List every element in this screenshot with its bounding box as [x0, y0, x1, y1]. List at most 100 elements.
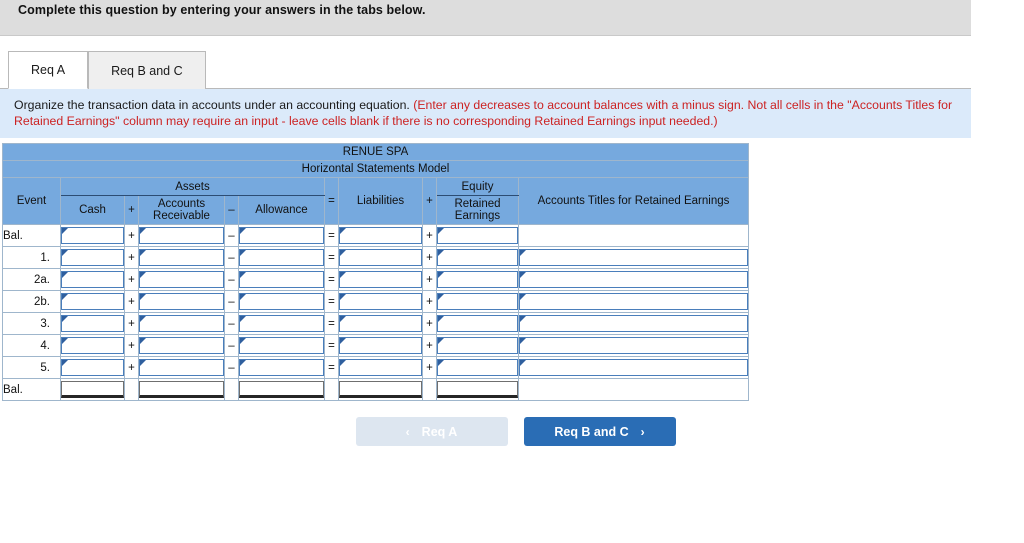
row-6-liabilities-input[interactable]	[339, 359, 422, 376]
row-3-cash-cell	[60, 290, 125, 313]
row-1-allowance-wrapper	[239, 249, 324, 266]
operator-plus: +	[422, 334, 437, 357]
row-3-allowance-input[interactable]	[239, 293, 324, 310]
row-6-cash-input[interactable]	[61, 359, 124, 376]
row-5-cash-input[interactable]	[61, 337, 124, 354]
row-6-accounts-receivable-input[interactable]	[139, 359, 224, 376]
row-4-retained-earnings-wrapper	[437, 315, 518, 332]
operator-header-equals: =	[324, 177, 339, 225]
row-2-accounts-receivable-input[interactable]	[139, 271, 224, 288]
row-2-retained-earnings-cell	[436, 268, 519, 291]
answer-workspace: RENUE SPA Horizontal Statements Model Ev…	[0, 143, 971, 446]
tab-strip: Req A Req B and C	[0, 36, 971, 89]
row-3-accounts-receivable-input[interactable]	[139, 293, 224, 310]
row-6-cash-wrapper	[61, 359, 124, 376]
row-4-accounts-receivable-cell	[138, 312, 225, 335]
row-3-accounts-titles-input[interactable]	[519, 293, 748, 310]
row-1-retained-earnings-input[interactable]	[437, 249, 518, 266]
row-4-accounts-receivable-input[interactable]	[139, 315, 224, 332]
row-6-retained-earnings-input[interactable]	[437, 359, 518, 376]
requirement-band: Organize the transaction data in account…	[0, 89, 971, 138]
row-3-accounts-receivable-cell	[138, 290, 225, 313]
row-5-allowance-wrapper	[239, 337, 324, 354]
row-0-accounts-receivable-input[interactable]	[139, 227, 224, 244]
row-0-accounts-receivable-wrapper	[139, 227, 224, 244]
row-3-accounts-titles-cell	[518, 290, 749, 313]
operator-plus: +	[124, 246, 139, 269]
row-5-allowance-input[interactable]	[239, 337, 324, 354]
row-2-liabilities-input[interactable]	[339, 271, 422, 288]
row-5-accounts-receivable-cell	[138, 334, 225, 357]
row-2-retained-earnings-input[interactable]	[437, 271, 518, 288]
row-3-liabilities-input[interactable]	[339, 293, 422, 310]
event-label: 3.	[2, 312, 61, 335]
row-0-allowance-wrapper	[239, 227, 324, 244]
row-2-accounts-titles-input[interactable]	[519, 271, 748, 288]
row-2-accounts-receivable-cell	[138, 268, 225, 291]
tab-req-b-and-c[interactable]: Req B and C	[88, 51, 206, 89]
row-2-liabilities-wrapper	[339, 271, 422, 288]
row-2-cash-input[interactable]	[61, 271, 124, 288]
row-1-liabilities-cell	[338, 246, 423, 269]
row-2-allowance-wrapper	[239, 271, 324, 288]
row-0-retained-earnings-input[interactable]	[437, 227, 518, 244]
row-5-accounts-titles-cell	[518, 334, 749, 357]
row-5-liabilities-input[interactable]	[339, 337, 422, 354]
row-4-cash-cell	[60, 312, 125, 335]
total-liabilities-cell	[338, 378, 423, 401]
row-1-accounts-receivable-input[interactable]	[139, 249, 224, 266]
row-4-liabilities-input[interactable]	[339, 315, 422, 332]
total-operator-plus	[124, 378, 139, 401]
operator-equals: =	[324, 268, 339, 291]
row-5-accounts-receivable-input[interactable]	[139, 337, 224, 354]
row-6-allowance-input[interactable]	[239, 359, 324, 376]
navigation-buttons: ‹ Req A Req B and C ›	[0, 417, 971, 446]
row-6-allowance-cell	[238, 356, 325, 379]
row-1-accounts-titles-input[interactable]	[519, 249, 748, 266]
row-3-retained-earnings-cell	[436, 290, 519, 313]
row-0-allowance-input[interactable]	[239, 227, 324, 244]
row-3-retained-earnings-input[interactable]	[437, 293, 518, 310]
row-1-liabilities-input[interactable]	[339, 249, 422, 266]
tab-req-b-and-c-label: Req B and C	[111, 63, 183, 78]
row-4-allowance-input[interactable]	[239, 315, 324, 332]
operator-equals: =	[324, 290, 339, 313]
row-0-cash-input[interactable]	[61, 227, 124, 244]
next-req-b-and-c-button[interactable]: Req B and C ›	[523, 417, 676, 446]
row-5-retained-earnings-input[interactable]	[437, 337, 518, 354]
chevron-right-icon: ›	[640, 424, 645, 439]
row-2-allowance-input[interactable]	[239, 271, 324, 288]
total-operator-equals	[324, 378, 339, 401]
row-5-accounts-titles-input[interactable]	[519, 337, 748, 354]
row-6-accounts-titles-cell	[518, 356, 749, 379]
row-1-accounts-receivable-cell	[138, 246, 225, 269]
row-0-liabilities-input[interactable]	[339, 227, 422, 244]
row-4-retained-earnings-cell	[436, 312, 519, 335]
row-4-accounts-titles-input[interactable]	[519, 315, 748, 332]
table-row: 3. + – = +	[2, 312, 749, 335]
row-1-allowance-cell	[238, 246, 325, 269]
question-instruction-bar: Complete this question by entering your …	[0, 0, 971, 36]
row-0-accounts-titles-cell	[518, 224, 749, 247]
row-3-liabilities-cell	[338, 290, 423, 313]
row-3-cash-wrapper	[61, 293, 124, 310]
event-label: 5.	[2, 356, 61, 379]
row-1-accounts-titles-wrapper	[519, 249, 748, 266]
row-3-liabilities-wrapper	[339, 293, 422, 310]
row-4-retained-earnings-input[interactable]	[437, 315, 518, 332]
row-6-cash-cell	[60, 356, 125, 379]
group-header-assets: Assets	[60, 177, 325, 196]
row-6-accounts-receivable-cell	[138, 356, 225, 379]
row-6-accounts-titles-wrapper	[519, 359, 748, 376]
row-1-allowance-input[interactable]	[239, 249, 324, 266]
next-button-label: Req B and C	[554, 424, 629, 439]
row-6-accounts-titles-input[interactable]	[519, 359, 748, 376]
row-5-liabilities-wrapper	[339, 337, 422, 354]
tab-req-a[interactable]: Req A	[8, 51, 89, 89]
prev-req-a-button[interactable]: ‹ Req A	[355, 417, 508, 446]
row-4-cash-input[interactable]	[61, 315, 124, 332]
event-label: 1.	[2, 246, 61, 269]
row-3-cash-input[interactable]	[61, 293, 124, 310]
total-liabilities-value	[339, 381, 422, 398]
row-1-cash-input[interactable]	[61, 249, 124, 266]
